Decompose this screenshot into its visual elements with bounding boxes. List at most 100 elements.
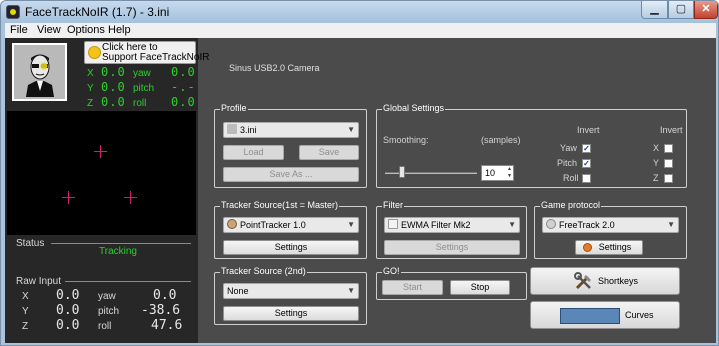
invert-roll-checkbox[interactable] xyxy=(582,174,591,183)
chevron-down-icon: ▼ xyxy=(347,286,355,295)
filter-group: Filter EWMA Filter Mk2 ▼ Settings xyxy=(376,200,527,259)
invert-x-label: X xyxy=(653,143,660,153)
left-panel: Click here to Support FaceTrackNoIR X 0.… xyxy=(5,38,209,343)
smoothing-label: Smoothing: xyxy=(383,135,429,145)
menu-bar: File View Options Help xyxy=(5,23,716,38)
smoothing-slider-thumb[interactable] xyxy=(398,166,405,178)
filter-icon xyxy=(388,219,398,229)
samples-spinbox[interactable]: 10 ▲ ▼ xyxy=(481,165,514,181)
go-group: GO! Start Stop xyxy=(376,266,527,300)
tracker-source-title: Tracker Source(1st = Master) xyxy=(220,200,339,210)
raw-label-pitch: pitch xyxy=(98,306,120,317)
invert-x-checkbox[interactable] xyxy=(664,144,673,153)
samples-value: 10 xyxy=(485,168,496,178)
raw-axis-x: X xyxy=(22,291,29,302)
tracker-2nd-settings-button[interactable]: Settings xyxy=(223,306,359,321)
invert-yaw-checkbox[interactable]: ✓ xyxy=(582,144,591,153)
menu-view[interactable]: View xyxy=(37,24,61,36)
shortkeys-label: Shortkeys xyxy=(598,276,639,286)
tracker-source-value: PointTracker 1.0 xyxy=(240,220,306,230)
pose-label-pitch: pitch xyxy=(133,83,155,94)
invert-z-checkbox[interactable] xyxy=(664,174,673,183)
close-button[interactable]: ✕ xyxy=(694,1,718,19)
pose-axis-z: Z xyxy=(87,98,94,109)
divider xyxy=(51,243,191,244)
raw-axis-z: Z xyxy=(22,321,29,332)
save-as-button[interactable]: Save As ... xyxy=(223,167,359,182)
tracker-source-2nd-value: None xyxy=(227,286,249,296)
minimize-button[interactable]: ▁ xyxy=(641,1,668,19)
invert-z-label: Z xyxy=(653,173,659,183)
tools-icon xyxy=(574,272,591,290)
spin-arrows-icon[interactable]: ▲ ▼ xyxy=(507,166,512,180)
tracker-source-2nd-title: Tracker Source (2nd) xyxy=(220,266,307,276)
tracker-source-dropdown[interactable]: PointTracker 1.0 ▼ xyxy=(223,217,359,233)
raw-value-yaw: 0.0 xyxy=(153,288,177,303)
pose-value-z: 0.0 xyxy=(101,95,126,109)
invert-pitch-label: Pitch xyxy=(557,158,578,168)
crosshair-marker xyxy=(124,191,137,204)
tracking-video-view xyxy=(7,111,196,235)
smiley-icon xyxy=(88,46,101,59)
pose-label-roll: roll xyxy=(133,98,147,109)
invert-rot-label: Invert xyxy=(577,125,600,135)
profile-title: Profile xyxy=(220,103,248,113)
invert-roll-label: Roll xyxy=(563,173,579,183)
load-button[interactable]: Load xyxy=(223,145,284,160)
menu-options[interactable]: Options xyxy=(67,24,105,36)
settings-icon xyxy=(583,243,592,252)
go-title: GO! xyxy=(382,266,401,276)
support-text: Click here to Support FaceTrackNoIR xyxy=(102,42,210,63)
pose-axis-x: X xyxy=(87,68,94,79)
support-link[interactable]: Click here to Support FaceTrackNoIR xyxy=(84,41,209,64)
chevron-down-icon: ▼ xyxy=(508,220,516,229)
save-button[interactable]: Save xyxy=(299,145,359,160)
head-avatar-icon xyxy=(26,54,54,97)
menu-file[interactable]: File xyxy=(10,24,28,36)
game-protocol-group: Game protocol FreeTrack 2.0 ▼ Settings xyxy=(534,200,687,259)
pose-value-x: 0.0 xyxy=(101,65,126,79)
global-settings-group: Global Settings Smoothing: (samples) 10 … xyxy=(376,103,687,188)
protocol-settings-button[interactable]: Settings xyxy=(575,240,643,255)
tracker-source-2nd-group: Tracker Source (2nd) None ▼ Settings xyxy=(214,266,367,325)
samples-label: (samples) xyxy=(481,135,521,145)
tracker-source-2nd-dropdown[interactable]: None ▼ xyxy=(223,283,359,299)
divider xyxy=(65,281,191,282)
invert-pos-label: Invert xyxy=(660,125,683,135)
window-title: FaceTrackNoIR (1.7) - 3.ini xyxy=(25,5,170,19)
crosshair-marker xyxy=(94,145,107,158)
menu-help[interactable]: Help xyxy=(108,24,131,36)
invert-pitch-checkbox[interactable]: ✓ xyxy=(582,159,591,168)
pose-value-y: 0.0 xyxy=(101,80,126,94)
status-label: Status xyxy=(16,238,45,249)
pose-value-roll: 0.0 xyxy=(171,95,196,109)
filter-settings-button[interactable]: Settings xyxy=(384,240,520,255)
filter-title: Filter xyxy=(382,200,404,210)
curves-button[interactable]: Curves xyxy=(530,301,680,329)
profile-value: 3.ini xyxy=(240,125,257,135)
shortkeys-button[interactable]: Shortkeys xyxy=(530,267,680,295)
head-avatar xyxy=(12,43,67,101)
profile-dropdown[interactable]: 3.ini ▼ xyxy=(223,122,359,138)
raw-value-pitch: -38.6 xyxy=(141,303,181,318)
crosshair-marker xyxy=(62,191,75,204)
camera-name: Sinus USB2.0 Camera xyxy=(229,63,320,73)
maximize-button[interactable]: ▢ xyxy=(668,1,694,19)
pose-label-yaw: yaw xyxy=(133,68,151,79)
chevron-down-icon: ▼ xyxy=(347,220,355,229)
filter-dropdown[interactable]: EWMA Filter Mk2 ▼ xyxy=(384,217,520,233)
raw-input-label: Raw Input xyxy=(16,276,62,287)
invert-y-label: Y xyxy=(653,158,660,168)
start-button[interactable]: Start xyxy=(382,280,443,295)
invert-y-checkbox[interactable] xyxy=(664,159,673,168)
protocol-icon xyxy=(546,219,556,229)
raw-value-x: 0.0 xyxy=(56,288,80,303)
stop-button[interactable]: Stop xyxy=(450,280,510,295)
raw-label-yaw: yaw xyxy=(98,291,116,302)
tracker-settings-button[interactable]: Settings xyxy=(223,240,359,255)
game-protocol-title: Game protocol xyxy=(540,200,602,210)
game-protocol-dropdown[interactable]: FreeTrack 2.0 ▼ xyxy=(542,217,679,233)
title-bar[interactable]: FaceTrackNoIR (1.7) - 3.ini ▁ ▢ ✕ xyxy=(1,1,718,23)
profile-file-icon xyxy=(227,124,237,134)
pose-axis-y: Y xyxy=(87,83,94,94)
